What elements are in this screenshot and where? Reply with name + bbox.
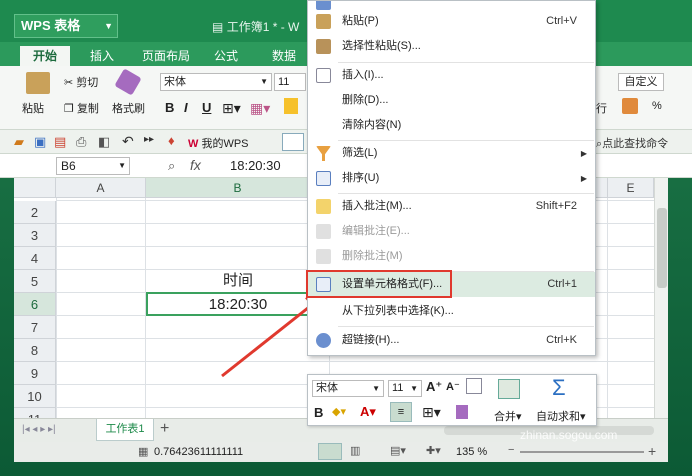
add-sheet-button[interactable]: + (160, 420, 169, 438)
sheet-nav-icon[interactable]: |◂ ◂ ▸ ▸| (22, 424, 56, 435)
watermark: zhinan.sogou.com (520, 428, 618, 442)
menu-item-filter[interactable]: 筛选(L) ▶ (308, 141, 595, 166)
page-layout-view-button[interactable]: ▥ (350, 444, 360, 457)
zoom-slider[interactable] (520, 451, 644, 453)
page-break-view-button[interactable]: ▤▾ (390, 444, 406, 457)
mini-font-select[interactable]: 宋体 ▼ (312, 380, 384, 397)
menu-item-insert-comment[interactable]: 插入批注(M)... Shift+F2 (308, 194, 595, 219)
mini-fill-icon[interactable]: ◆▾ (332, 405, 346, 418)
text-box-icon[interactable] (466, 378, 482, 394)
chevron-down-icon: ▼ (410, 384, 418, 393)
menu-item-hyperlink[interactable]: 超链接(H)... Ctrl+K (308, 328, 595, 353)
zoom-out-button[interactable]: − (508, 444, 514, 456)
autosum-button[interactable]: 自动求和▾ (536, 408, 586, 424)
calc-icon: ▦ (138, 446, 149, 458)
menu-separator (338, 326, 594, 327)
insert-icon (316, 68, 331, 83)
zoom-level[interactable]: 135 % (456, 446, 487, 458)
status-sum: 0.76423611111111 (154, 446, 244, 458)
menu-item-sort[interactable]: 排序(U) ▶ (308, 166, 595, 191)
menu-item-clear-contents[interactable]: 清除内容(N) (308, 113, 595, 138)
edit-comment-icon (316, 224, 331, 239)
menu-item-pick-from-list[interactable]: 从下拉列表中选择(K)... (308, 299, 595, 324)
delete-comment-icon (316, 249, 331, 264)
menu-item-delete[interactable]: 删除(D)... (308, 88, 595, 113)
merge-button[interactable]: 合并▾ (494, 408, 522, 424)
menu-item-paste[interactable]: 粘贴(P) Ctrl+V (308, 9, 595, 34)
status-bar: ▦ 0.76423611111111 ▥ ▤▾ ✚▾ 135 % − + (14, 442, 668, 462)
hyperlink-icon (316, 333, 331, 348)
app-window: WPS 表格 ▼ ▤ 工作簿1 * - W 开始 插入 页面布局 公式 数据 粘… (0, 0, 692, 476)
reading-mode-button[interactable]: ✚▾ (426, 444, 441, 457)
merge-icon[interactable] (498, 379, 520, 399)
chevron-right-icon: ▶ (580, 149, 587, 158)
mini-bold-button[interactable]: B (314, 405, 323, 420)
zoom-in-button[interactable]: + (648, 443, 656, 459)
filter-icon (316, 146, 331, 161)
sheet-tab-1[interactable]: 工作表1 (96, 419, 154, 441)
chevron-down-icon: ▼ (372, 384, 380, 393)
mini-size-select[interactable]: 11 ▼ (388, 380, 422, 397)
mini-font-color-icon[interactable]: A▾ (360, 404, 376, 420)
menu-item-paste-special[interactable]: 选择性粘贴(S)... (308, 34, 595, 59)
mini-border-icon[interactable]: ⊞▾ (422, 404, 441, 421)
format-cells-highlight-box (306, 270, 452, 298)
mini-align-icon[interactable]: ≡ (390, 402, 412, 422)
paste-icon (316, 14, 331, 29)
normal-view-button[interactable] (318, 443, 342, 460)
sort-icon (316, 171, 331, 186)
arrow-shaft (221, 298, 319, 378)
paste-special-icon (316, 39, 331, 54)
mini-toolbar: 宋体 ▼ 11 ▼ A⁺ A⁻ B ◆▾ A▾ ≡ ⊞▾ 合并▾ Σ 自动求和▾ (307, 374, 597, 426)
menu-item-delete-comment[interactable]: 删除批注(M) (308, 244, 595, 269)
shrink-font-icon[interactable]: A⁻ (446, 380, 460, 393)
sigma-icon[interactable]: Σ (552, 375, 566, 401)
menu-item-edit-comment[interactable]: 编辑批注(E)... (308, 219, 595, 244)
menu-item-insert[interactable]: 插入(I)... (308, 63, 595, 88)
mini-painter-icon[interactable] (456, 405, 468, 419)
comment-icon (316, 199, 331, 214)
grow-font-icon[interactable]: A⁺ (426, 379, 442, 395)
chevron-right-icon: ▶ (580, 174, 587, 183)
context-menu: 粘贴(P) Ctrl+V 选择性粘贴(S)... 插入(I)... 删除(D)..… (307, 0, 596, 356)
